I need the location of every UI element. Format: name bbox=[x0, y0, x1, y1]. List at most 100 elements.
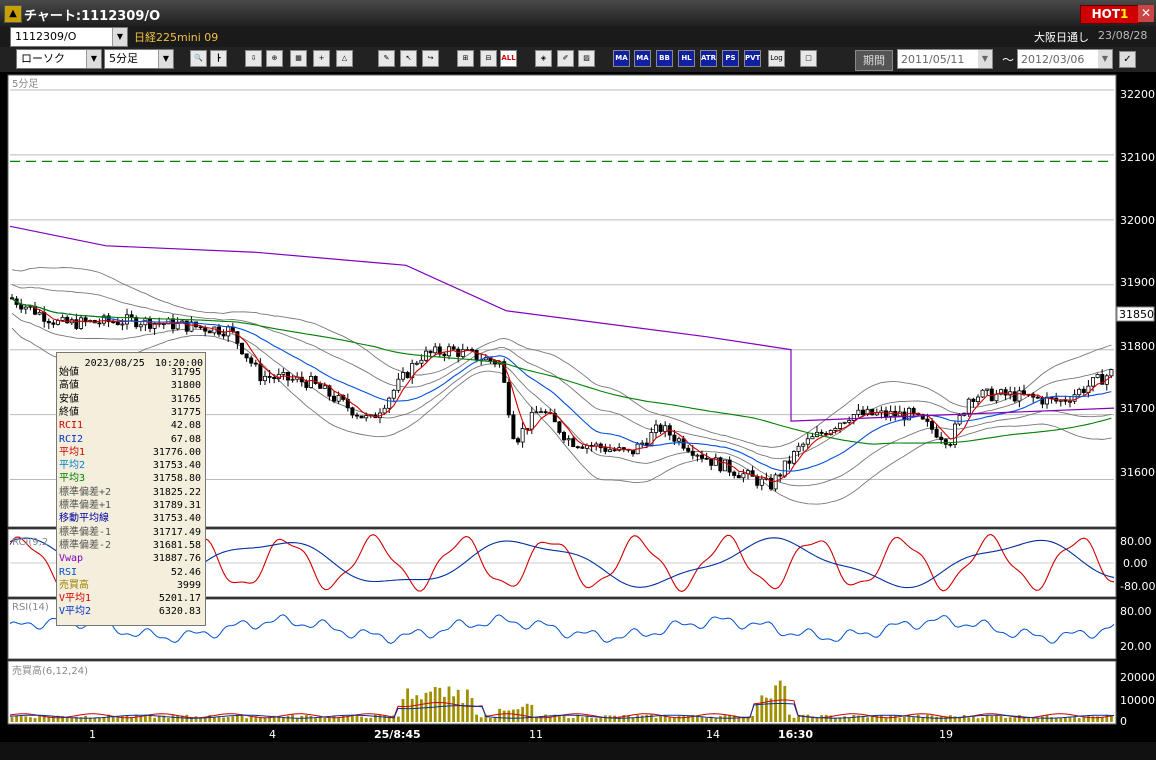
volume-bar bbox=[245, 718, 248, 722]
range-tilde: 〜 bbox=[1002, 53, 1015, 67]
symbol-select[interactable]: 1112309/O ▼ bbox=[10, 27, 128, 47]
candle-body bbox=[819, 431, 824, 434]
volume-bar bbox=[1091, 716, 1095, 722]
volume-bar bbox=[355, 714, 359, 722]
toolbar-button-2[interactable]: ⇩ bbox=[245, 50, 262, 67]
volume-tick: 0 bbox=[1120, 715, 1127, 728]
info-row: 平均1 31776.00 bbox=[59, 446, 203, 459]
toolbar-button-6[interactable]: △ bbox=[336, 50, 353, 67]
volume-bar bbox=[521, 706, 524, 722]
volume-bar bbox=[249, 716, 253, 722]
chevron-down-icon[interactable]: ▼ bbox=[112, 28, 127, 46]
toolbar-button-1[interactable]: ┣ bbox=[210, 50, 227, 67]
candle-body bbox=[400, 372, 405, 380]
volume-bar bbox=[93, 718, 97, 722]
candle-body bbox=[543, 411, 548, 414]
volume-bar bbox=[558, 716, 561, 722]
info-value: 31800 bbox=[170, 380, 201, 392]
info-value: 31825.22 bbox=[152, 486, 201, 498]
candle-body bbox=[976, 396, 981, 402]
interval-select[interactable]: 5分足 ▼ bbox=[104, 49, 174, 69]
volume-bar bbox=[153, 717, 156, 722]
info-value: 31775 bbox=[170, 406, 201, 418]
candle-body bbox=[120, 323, 125, 326]
toolbar-button-17[interactable]: MA bbox=[634, 50, 651, 67]
info-key: 標準偏差-1 bbox=[59, 526, 112, 538]
candle-body bbox=[23, 306, 28, 310]
volume-bar bbox=[314, 718, 317, 722]
volume-bar bbox=[125, 715, 129, 722]
toolbar-button-13[interactable]: ◈ bbox=[535, 50, 552, 67]
price-tick: 31600 bbox=[1120, 466, 1155, 479]
info-value: 31789.31 bbox=[152, 500, 201, 511]
volume-bar bbox=[594, 718, 598, 722]
candle-body bbox=[474, 349, 479, 361]
volume-bar bbox=[613, 715, 616, 722]
candle-body bbox=[51, 322, 56, 325]
candle-body bbox=[562, 432, 567, 441]
window-title: チャート:1112309/O bbox=[24, 9, 161, 24]
price-tick: 32200 bbox=[1120, 88, 1155, 101]
candle-body bbox=[469, 349, 474, 351]
calendar-dropdown-icon[interactable]: ▼ bbox=[1098, 50, 1112, 68]
candle-body bbox=[534, 411, 539, 414]
volume-bar bbox=[10, 717, 14, 722]
chevron-down-icon[interactable]: ▼ bbox=[158, 50, 173, 68]
toolbar-button-10[interactable]: ⊞ bbox=[457, 50, 474, 67]
info-value: 5201.17 bbox=[158, 593, 201, 605]
rci-tick: 80.00 bbox=[1120, 535, 1152, 548]
volume-bar bbox=[903, 716, 906, 722]
toolbar-button-15[interactable]: ▨ bbox=[578, 50, 595, 67]
bottom-scrollbar[interactable] bbox=[0, 742, 1156, 760]
toolbar-button-18[interactable]: BB bbox=[656, 50, 673, 67]
candle-body bbox=[387, 397, 392, 409]
toolbar-button-9[interactable]: ↪ bbox=[422, 50, 439, 67]
toolbar-button-3[interactable]: ⊕ bbox=[266, 50, 283, 67]
period-button[interactable]: 期間 bbox=[855, 50, 893, 71]
date-from-field[interactable]: 2011/05/11 ▼ bbox=[897, 49, 993, 69]
toolbar-button-21[interactable]: PS bbox=[722, 50, 739, 67]
candle-body bbox=[1068, 400, 1073, 403]
candle-body bbox=[46, 320, 51, 324]
toolbar-button-14[interactable]: ✐ bbox=[557, 50, 574, 67]
candle-body bbox=[943, 439, 948, 445]
toolbar-button-20[interactable]: ATR bbox=[700, 50, 717, 67]
volume-bar bbox=[640, 715, 644, 722]
close-button[interactable]: ✕ bbox=[1138, 5, 1154, 22]
chart-type-select[interactable]: ローソク ▼ bbox=[16, 49, 102, 69]
toolbar-button-0[interactable]: 🔍 bbox=[190, 50, 207, 67]
toolbar-button-8[interactable]: ↖ bbox=[400, 50, 417, 67]
toolbar-button-12[interactable]: ALL bbox=[500, 50, 517, 67]
candle-body bbox=[787, 460, 792, 464]
toolbar-button-19[interactable]: HL bbox=[678, 50, 695, 67]
candle-body bbox=[244, 353, 249, 359]
candle-body bbox=[677, 438, 682, 442]
candle-body bbox=[874, 412, 879, 416]
volume-bar bbox=[475, 714, 478, 722]
info-value: 31717.49 bbox=[152, 526, 201, 538]
calendar-dropdown-icon[interactable]: ▼ bbox=[978, 50, 992, 68]
period-checkbox[interactable]: ✓ bbox=[1119, 51, 1136, 68]
info-row: 標準偏差-1 31717.49 bbox=[59, 526, 203, 539]
candle-body bbox=[911, 407, 916, 414]
hot-button[interactable]: HOT1 bbox=[1080, 5, 1140, 24]
toolbar-button-22[interactable]: PVT bbox=[744, 50, 761, 67]
toolbar-button-24[interactable]: □ bbox=[800, 50, 817, 67]
date-to-field[interactable]: 2012/03/06 ▼ bbox=[1017, 49, 1113, 69]
candle-body bbox=[1077, 388, 1082, 396]
candle-body bbox=[925, 418, 930, 422]
toolbar-button-5[interactable]: + bbox=[313, 50, 330, 67]
volume-bar bbox=[1077, 718, 1081, 722]
toolbar-button-4[interactable]: ▦ bbox=[290, 50, 307, 67]
chevron-down-icon[interactable]: ▼ bbox=[86, 50, 101, 68]
volume-bar bbox=[406, 688, 409, 722]
info-value: 67.08 bbox=[170, 433, 201, 445]
volume-bar bbox=[1073, 717, 1076, 722]
toolbar-button-23[interactable]: Log bbox=[768, 50, 785, 67]
toolbar-button-11[interactable]: ⊟ bbox=[480, 50, 497, 67]
toolbar-button-16[interactable]: MA bbox=[613, 50, 630, 67]
volume-bar bbox=[806, 714, 810, 722]
volume-bar bbox=[222, 717, 225, 722]
toolbar-button-7[interactable]: ✎ bbox=[378, 50, 395, 67]
info-row: 標準偏差+1 31789.31 bbox=[59, 499, 203, 512]
